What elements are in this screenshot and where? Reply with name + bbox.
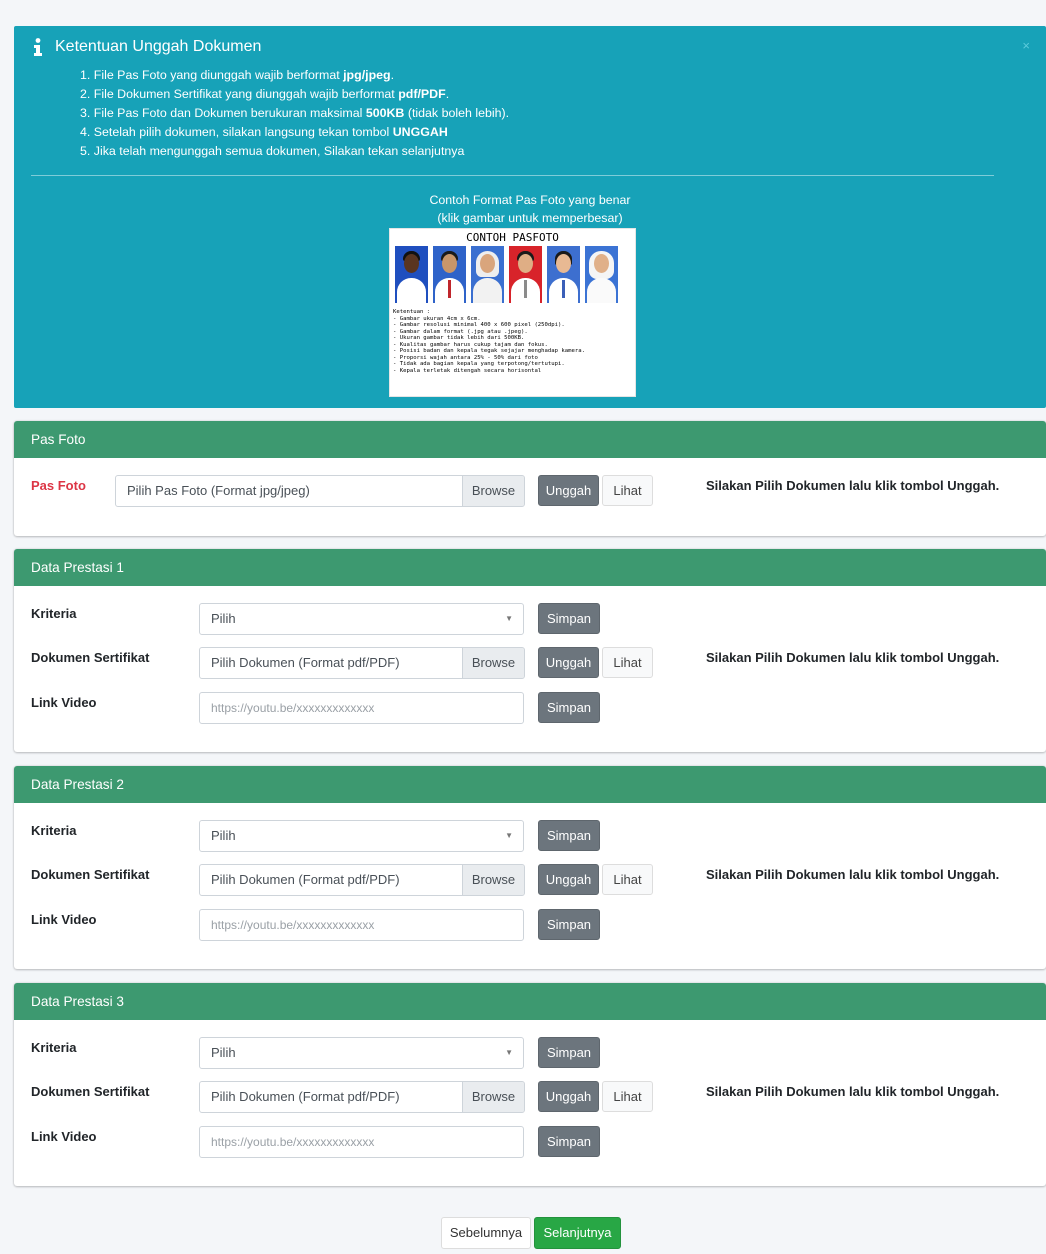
sample-caption-hint: (klik gambar untuk memperbesar) <box>437 211 623 225</box>
video-label: Link Video <box>31 912 97 927</box>
upload-status: Silakan Pilih Dokumen lalu klik tombol U… <box>706 478 1000 493</box>
card-header: Data Prestasi 3 <box>14 983 1046 1020</box>
sample-photo <box>471 246 504 303</box>
next-button[interactable]: Selanjutnya <box>534 1217 621 1249</box>
save-kriteria-button[interactable]: Simpan <box>538 820 600 851</box>
dokumen-label: Dokumen Sertifikat <box>31 867 150 882</box>
alert-title-text: Ketentuan Unggah Dokumen <box>55 38 262 55</box>
sample-image-title: CONTOH PASFOTO <box>466 231 559 244</box>
save-video-button[interactable]: Simpan <box>538 1126 600 1157</box>
upload-button[interactable]: Unggah <box>538 1081 599 1112</box>
view-button[interactable]: Lihat <box>602 1081 653 1112</box>
divider <box>31 175 994 176</box>
kriteria-select[interactable]: Pilih ▼ <box>199 820 524 852</box>
sample-photo <box>433 246 466 303</box>
card-header: Data Prestasi 2 <box>14 766 1046 803</box>
chevron-down-icon: ▼ <box>505 831 513 840</box>
close-icon[interactable]: × <box>1022 38 1030 53</box>
video-link-input[interactable]: https://youtu.be/xxxxxxxxxxxxx <box>199 692 524 724</box>
kriteria-label: Kriteria <box>31 606 77 621</box>
dokumen-file-input[interactable]: Pilih Dokumen (Format pdf/PDF) Browse <box>199 1081 525 1113</box>
kriteria-label: Kriteria <box>31 1040 77 1055</box>
upload-button[interactable]: Unggah <box>538 647 599 678</box>
rule-item: 1. File Pas Foto yang diunggah wajib ber… <box>80 68 395 82</box>
dokumen-file-input[interactable]: Pilih Dokumen (Format pdf/PDF) Browse <box>199 647 525 679</box>
browse-button[interactable]: Browse <box>462 476 524 506</box>
rule-item: 3. File Pas Foto dan Dokumen berukuran m… <box>80 106 510 120</box>
save-kriteria-button[interactable]: Simpan <box>538 603 600 634</box>
video-label: Link Video <box>31 695 97 710</box>
chevron-down-icon: ▼ <box>505 1048 513 1057</box>
dokumen-file-input[interactable]: Pilih Dokumen (Format pdf/PDF) Browse <box>199 864 525 896</box>
browse-button[interactable]: Browse <box>462 648 524 678</box>
browse-button[interactable]: Browse <box>462 865 524 895</box>
save-kriteria-button[interactable]: Simpan <box>538 1037 600 1068</box>
upload-button[interactable]: Unggah <box>538 475 599 506</box>
kriteria-select[interactable]: Pilih ▼ <box>199 1037 524 1069</box>
pasfoto-card: Pas Foto Pas Foto Pilih Pas Foto (Format… <box>14 421 1046 536</box>
rule-item: 2. File Dokumen Sertifikat yang diunggah… <box>80 87 450 101</box>
dokumen-label: Dokumen Sertifikat <box>31 1084 150 1099</box>
kriteria-select[interactable]: Pilih ▼ <box>199 603 524 635</box>
upload-status: Silakan Pilih Dokumen lalu klik tombol U… <box>706 1084 1000 1099</box>
alert-title: Ketentuan Unggah Dokumen <box>33 38 261 56</box>
sample-photos <box>395 246 623 303</box>
video-link-input[interactable]: https://youtu.be/xxxxxxxxxxxxx <box>199 909 524 941</box>
video-link-input[interactable]: https://youtu.be/xxxxxxxxxxxxx <box>199 1126 524 1158</box>
save-video-button[interactable]: Simpan <box>538 692 600 723</box>
sample-photo <box>509 246 542 303</box>
view-button[interactable]: Lihat <box>602 864 653 895</box>
card-header: Pas Foto <box>14 421 1046 458</box>
video-label: Link Video <box>31 1129 97 1144</box>
rule-item: 4. Setelah pilih dokumen, silakan langsu… <box>80 125 448 139</box>
sample-pasfoto-image[interactable]: CONTOH PASFOTO Ketentuan : - Gambar ukur… <box>389 228 636 397</box>
view-button[interactable]: Lihat <box>602 647 653 678</box>
dokumen-label: Dokumen Sertifikat <box>31 650 150 665</box>
pasfoto-label: Pas Foto <box>31 478 86 493</box>
sample-photo <box>395 246 428 303</box>
kriteria-label: Kriteria <box>31 823 77 838</box>
info-icon <box>34 38 42 56</box>
sample-photo <box>547 246 580 303</box>
upload-status: Silakan Pilih Dokumen lalu klik tombol U… <box>706 867 1000 882</box>
chevron-down-icon: ▼ <box>505 614 513 623</box>
pasfoto-file-input[interactable]: Pilih Pas Foto (Format jpg/jpeg) Browse <box>115 475 525 507</box>
view-button[interactable]: Lihat <box>602 475 653 506</box>
prestasi-card-2: Data Prestasi 2 Kriteria Pilih ▼ Simpan … <box>14 766 1046 969</box>
upload-status: Silakan Pilih Dokumen lalu klik tombol U… <box>706 650 1000 665</box>
upload-button[interactable]: Unggah <box>538 864 599 895</box>
card-header: Data Prestasi 1 <box>14 549 1046 586</box>
browse-button[interactable]: Browse <box>462 1082 524 1112</box>
prestasi-card-1: Data Prestasi 1 Kriteria Pilih ▼ Simpan … <box>14 549 1046 752</box>
prestasi-card-3: Data Prestasi 3 Kriteria Pilih ▼ Simpan … <box>14 983 1046 1186</box>
upload-rules-alert: Ketentuan Unggah Dokumen × 1. File Pas F… <box>14 26 1046 408</box>
rule-item: 5. Jika telah mengunggah semua dokumen, … <box>80 144 465 158</box>
rules-list: 1. File Pas Foto yang diunggah wajib ber… <box>80 66 509 161</box>
sample-rules-text: Ketentuan : - Gambar ukuran 4cm x 6cm. -… <box>393 309 585 374</box>
save-video-button[interactable]: Simpan <box>538 909 600 940</box>
previous-button[interactable]: Sebelumnya <box>441 1217 531 1249</box>
sample-caption: Contoh Format Pas Foto yang benar <box>429 193 631 207</box>
sample-photo <box>585 246 618 303</box>
